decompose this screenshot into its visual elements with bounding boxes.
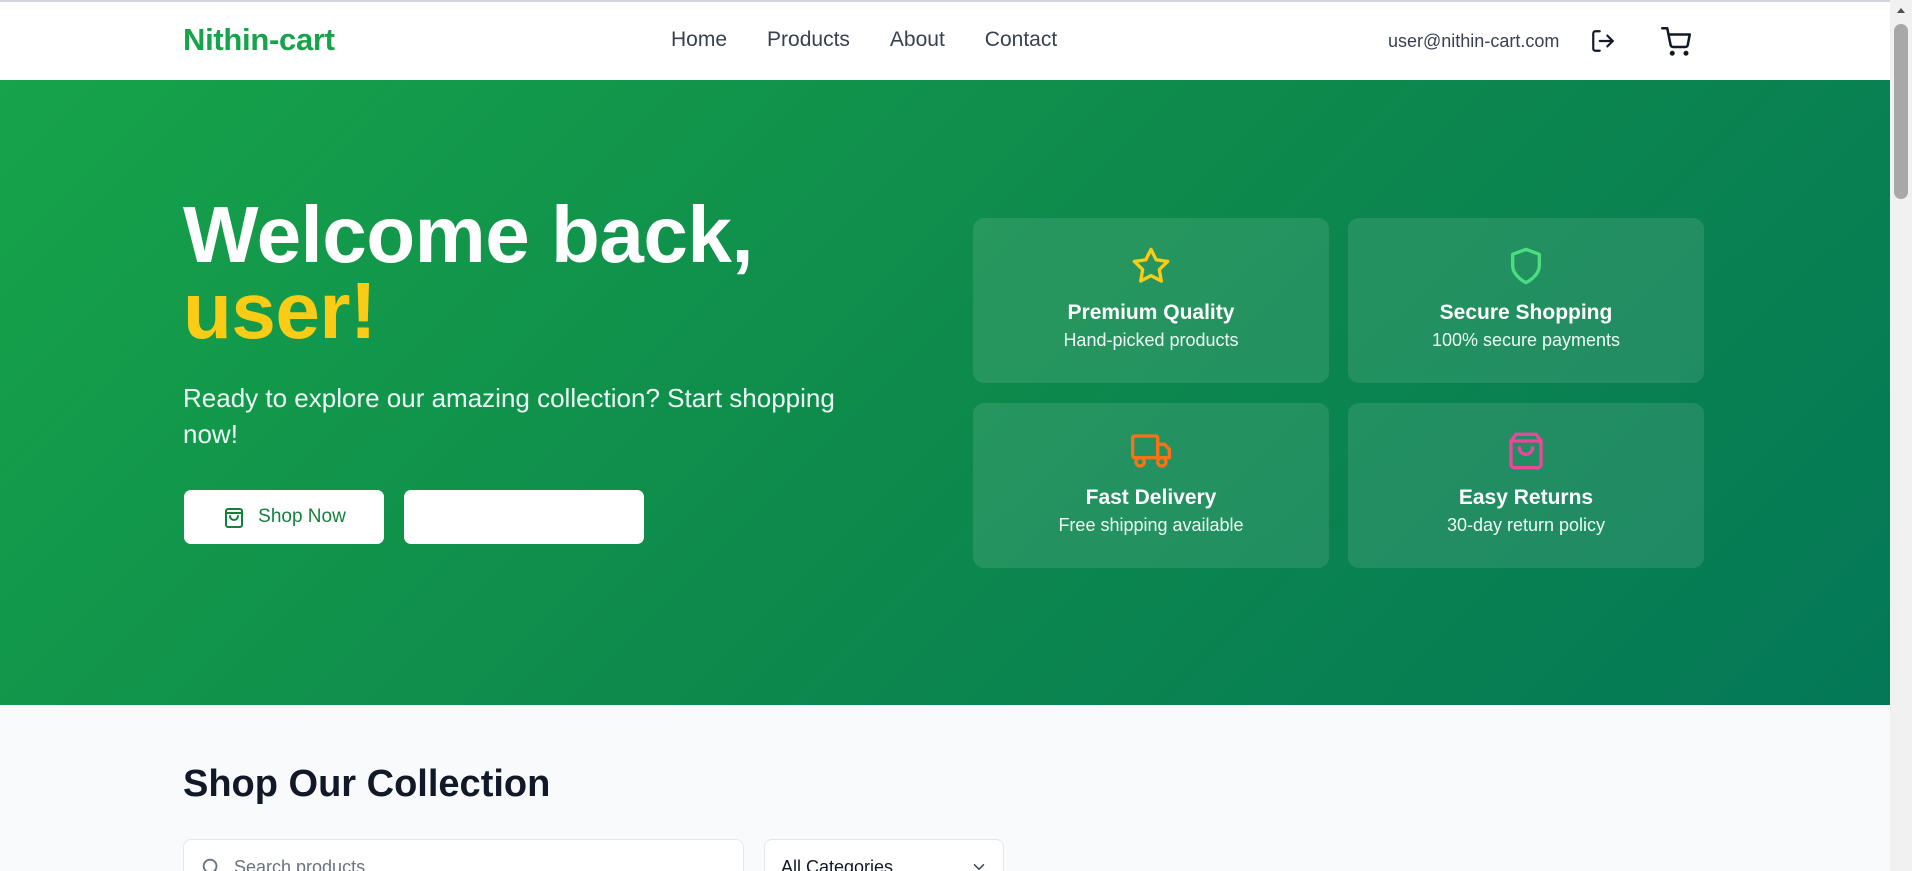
collection-title: Shop Our Collection	[183, 763, 551, 805]
shop-now-button[interactable]: Shop Now	[184, 490, 384, 544]
feature-desc: Free shipping available	[1058, 515, 1244, 535]
hero-title: Welcome back, user!	[183, 195, 754, 355]
scroll-up-arrow-icon[interactable]	[1890, 0, 1912, 22]
feature-card-premium-quality: Premium Quality Hand-picked products	[973, 218, 1329, 383]
feature-card-secure-shopping: Secure Shopping 100% secure payments	[1348, 218, 1704, 383]
category-select-value: All Categories	[781, 857, 894, 871]
search-input[interactable]	[234, 850, 714, 871]
feature-desc: Hand-picked products	[1063, 330, 1239, 350]
logout-button[interactable]	[1590, 28, 1616, 54]
cart-icon	[1661, 27, 1691, 56]
star-icon	[1132, 247, 1170, 283]
nav-products[interactable]: Products	[767, 28, 850, 52]
hero-subtitle: Ready to explore our amazing collection?…	[183, 383, 835, 449]
search-box	[183, 839, 744, 871]
hero-section: Welcome back, user! Ready to explore our…	[0, 80, 1890, 705]
logout-icon	[1592, 30, 1614, 52]
secondary-button[interactable]	[404, 490, 644, 544]
viewport: Nithin-cart Home Products About Contact …	[0, 0, 1890, 871]
brand-logo[interactable]: Nithin-cart	[183, 22, 335, 58]
feature-title: Secure Shopping	[1439, 301, 1613, 324]
feature-desc: 30-day return policy	[1446, 515, 1606, 535]
scrollbar[interactable]	[1890, 0, 1912, 871]
nav-contact[interactable]: Contact	[985, 28, 1057, 52]
scrollbar-thumb[interactable]	[1894, 24, 1908, 199]
feature-desc: 100% secure payments	[1431, 330, 1621, 350]
shopping-bag-icon	[1509, 432, 1543, 470]
nav-about[interactable]: About	[890, 28, 945, 52]
shop-now-label: Shop Now	[258, 506, 346, 527]
shield-icon	[1511, 247, 1541, 285]
feature-card-fast-delivery: Fast Delivery Free shipping available	[973, 403, 1329, 568]
feature-card-easy-returns: Easy Returns 30-day return policy	[1348, 403, 1704, 568]
page: Nithin-cart Home Products About Contact …	[0, 0, 1912, 871]
feature-title: Easy Returns	[1458, 486, 1594, 509]
truck-icon	[1131, 434, 1171, 468]
site-header: Nithin-cart Home Products About Contact …	[0, 0, 1890, 80]
category-select[interactable]: All Categories	[764, 839, 1004, 871]
main-nav: Home Products About Contact	[671, 28, 1057, 52]
hero-title-username: user!	[183, 266, 377, 355]
chevron-down-icon	[973, 864, 985, 870]
search-icon	[202, 858, 218, 871]
nav-home[interactable]: Home	[671, 28, 727, 52]
feature-title: Premium Quality	[1067, 301, 1235, 324]
feature-title: Fast Delivery	[1085, 486, 1217, 509]
cart-button[interactable]	[1661, 27, 1691, 57]
user-email: user@nithin-cart.com	[1388, 31, 1560, 51]
shopping-bag-icon	[225, 508, 244, 528]
